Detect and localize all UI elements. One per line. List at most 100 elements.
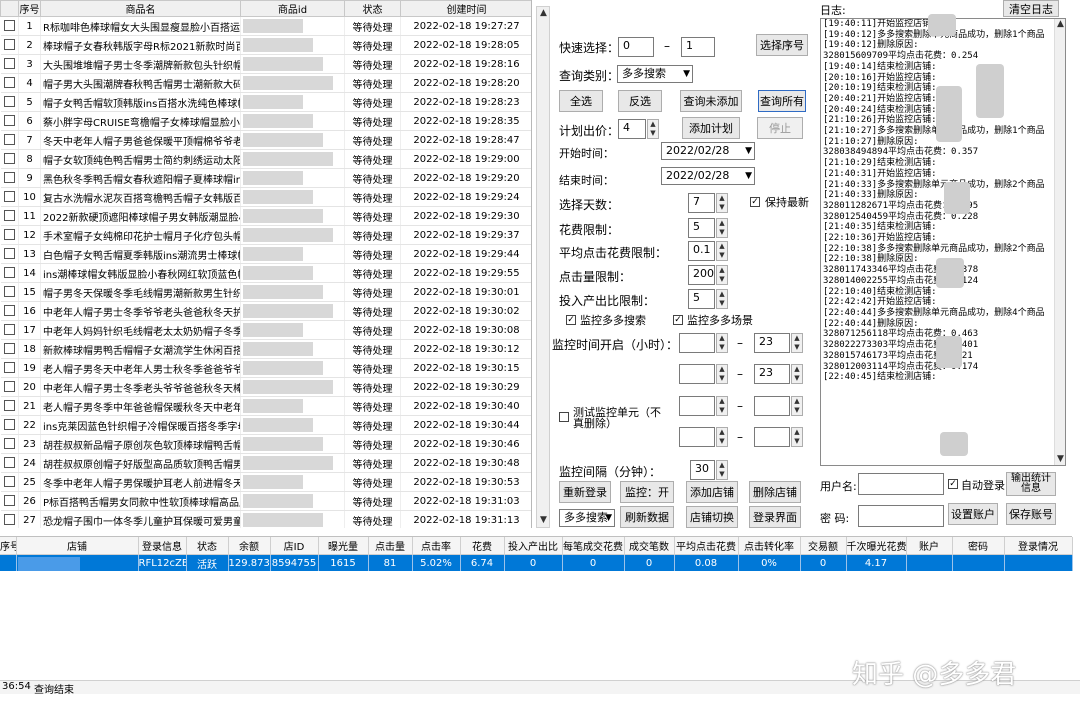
row-checkbox[interactable] [3, 248, 15, 260]
row-checkbox[interactable] [3, 381, 15, 393]
monitor-time-4-start[interactable] [679, 427, 715, 447]
table-row[interactable]: 22 ins克莱因蓝色针织帽子冷帽保暖百搭冬季字母 等待处理 2022-02-18 1… [0, 415, 531, 435]
password-input[interactable] [858, 505, 944, 527]
quick-select-from[interactable]: 0 [618, 37, 654, 57]
row-checkbox[interactable] [3, 115, 15, 127]
quick-select-to[interactable]: 1 [681, 37, 715, 57]
monitor-time-4-start-spinner[interactable]: ▲ ▼ [716, 427, 728, 447]
row-checkbox[interactable] [3, 58, 15, 70]
invert-selection-button[interactable]: 反选 [618, 90, 662, 112]
row-checkbox[interactable] [3, 267, 15, 279]
shop-col-header[interactable]: 密码 [952, 537, 1005, 555]
shop-col-header[interactable]: 成交笔数 [624, 537, 675, 555]
row-checkbox[interactable] [3, 495, 15, 507]
stop-button[interactable]: 停止 [757, 117, 803, 139]
monitor-time-2-end-spinner[interactable]: ▲ ▼ [791, 364, 803, 384]
table-row[interactable]: 14 ins潮棒球帽女韩版显脸小春秋网红软顶蓝色帽 等待处理 2022-02-18 1… [0, 263, 531, 283]
row-checkbox[interactable] [3, 77, 15, 89]
avg-click-limit-spinner[interactable]: ▲ ▼ [716, 241, 728, 261]
table-row[interactable]: 13 白色帽子女鸭舌帽夏季韩版ins潮流男士棒球帽 等待处理 2022-02-18 1… [0, 244, 531, 264]
row-checkbox[interactable] [3, 20, 15, 32]
row-checkbox[interactable] [3, 39, 15, 51]
spend-limit-spinner[interactable]: ▲ ▼ [716, 218, 728, 238]
shop-col-header[interactable]: 投入产出比 [504, 537, 563, 555]
monitor-time-1-end-spinner[interactable]: ▲ ▼ [791, 333, 803, 353]
monitor-scene-checkbox[interactable]: ✓ [673, 315, 683, 325]
monitor-toggle-button[interactable]: 监控：开 [620, 481, 674, 503]
monitor-time-1-start[interactable] [679, 333, 715, 353]
query-unadded-button[interactable]: 查询未添加 [680, 90, 742, 112]
clear-log-button[interactable]: 清空日志 [1003, 0, 1059, 17]
test-monitor-checkbox[interactable] [559, 412, 569, 422]
table-row[interactable]: 16 中老年人帽子男士冬季爷爷老头爸爸秋冬天护 等待处理 2022-02-18 19:… [0, 301, 531, 321]
shop-col-header[interactable]: 点击量 [368, 537, 413, 555]
log-scroll-up-icon[interactable]: ▲ [1056, 20, 1065, 29]
monitor-time-2-start-spinner[interactable]: ▲ ▼ [716, 364, 728, 384]
table-row[interactable]: 11 2022新款硬顶遮阳棒球帽子男女韩版潮显脸小 等待处理 2022-02-18 1… [0, 206, 531, 226]
select-seq-button[interactable]: 选择序号 [756, 34, 808, 56]
shop-table-row[interactable]: RFL12cZE 活跃 129.873 8594755 1615 81 5.02% 6.74 0… [0, 554, 1073, 571]
product-table-scrollbar[interactable]: ▲ ▼ [536, 6, 550, 528]
avg-click-limit-input[interactable]: 0.1 [688, 241, 715, 261]
row-checkbox[interactable] [3, 305, 15, 317]
row-checkbox[interactable] [3, 514, 15, 526]
row-checkbox[interactable] [3, 134, 15, 146]
spend-limit-input[interactable]: 5 [688, 218, 715, 238]
query-type-select[interactable]: 多多搜索 ▼ [617, 65, 693, 83]
col-seq[interactable]: 序号 [18, 0, 41, 17]
row-checkbox[interactable] [3, 343, 15, 355]
monitor-time-1-start-spinner[interactable]: ▲ ▼ [716, 333, 728, 353]
log-scroll-down-icon[interactable]: ▼ [1056, 455, 1065, 464]
table-row[interactable]: 3 大头围堆堆帽子男士冬季潮牌新款包头针织帽 等待处理 2022-02-18 19:2… [0, 54, 531, 74]
monitor-time-3-end-spinner[interactable]: ▲ ▼ [791, 396, 803, 416]
days-input[interactable]: 7 [688, 193, 715, 213]
monitor-search-checkbox[interactable]: ✓ [566, 315, 576, 325]
click-limit-input[interactable]: 200 [688, 265, 715, 285]
col-product-name[interactable]: 商品名 [40, 0, 241, 17]
export-stats-button[interactable]: 输出统计信息 [1006, 472, 1056, 496]
log-scrollbar[interactable]: ▲ ▼ [1054, 19, 1065, 465]
roi-limit-input[interactable]: 5 [688, 289, 715, 309]
login-page-button[interactable]: 登录界面 [749, 506, 801, 528]
monitor-time-2-start[interactable] [679, 364, 715, 384]
interval-spinner[interactable]: ▲ ▼ [716, 460, 728, 480]
table-row[interactable]: 27 恐龙帽子围巾一体冬季儿童护耳保暖可爱男童 等待处理 2022-02-18 19:… [0, 510, 531, 528]
shop-col-header[interactable]: 千次曝光花费 [846, 537, 907, 555]
shop-col-header[interactable]: 花费 [460, 537, 505, 555]
row-checkbox[interactable] [3, 457, 15, 469]
shop-col-header[interactable]: 点击率 [412, 537, 461, 555]
table-row[interactable]: 10 复古水洗帽水泥灰百搭弯檐鸭舌帽子女韩版百 等待处理 2022-02-18 19:… [0, 187, 531, 207]
shop-col-header[interactable]: 点击转化率 [738, 537, 801, 555]
table-row[interactable]: 8 帽子女软顶纯色鸭舌帽男士简约刺绣运动太阳 等待处理 2022-02-18 19:2… [0, 149, 531, 169]
set-account-button[interactable]: 设置账户 [948, 503, 998, 525]
shop-col-header[interactable]: 余额 [228, 537, 271, 555]
table-row[interactable]: 25 冬季中老年人帽子男保暖护耳老人前进帽冬天 等待处理 2022-02-18 19:… [0, 472, 531, 492]
select-all-button[interactable]: 全选 [559, 90, 603, 112]
end-time-picker[interactable]: 2022/02/28 ▼ [661, 167, 755, 185]
row-checkbox[interactable] [3, 419, 15, 431]
table-row[interactable]: 15 帽子男冬天保暖冬季毛线帽男潮新款男生针织帽 等待处理 2022-02-18 19… [0, 282, 531, 302]
table-row[interactable]: 1 R标咖啡色棒球帽女大头围显瘦显脸小百搭运动 等待处理 2022-02-18 19:… [0, 16, 531, 36]
shop-col-header[interactable]: 状态 [186, 537, 229, 555]
row-checkbox[interactable] [3, 153, 15, 165]
row-checkbox[interactable] [3, 96, 15, 108]
row-checkbox[interactable] [3, 362, 15, 374]
shop-col-header[interactable]: 交易额 [800, 537, 847, 555]
query-all-button[interactable]: 查询所有 [758, 90, 806, 112]
row-checkbox[interactable] [3, 229, 15, 241]
table-row[interactable]: 21 老人帽子男冬季中年爸爸帽保暖秋冬天中老年 等待处理 2022-02-18 19:… [0, 396, 531, 416]
monitor-time-4-end[interactable] [754, 427, 790, 447]
row-checkbox[interactable] [3, 438, 15, 450]
bottom-query-type-select[interactable]: 多多搜索 ▼ [559, 509, 615, 527]
keep-latest-checkbox[interactable]: ✓ [750, 197, 760, 207]
shop-col-header[interactable]: 店铺 [16, 537, 139, 555]
shop-col-header[interactable]: 曝光量 [318, 537, 369, 555]
row-checkbox[interactable] [3, 324, 15, 336]
relogin-button[interactable]: 重新登录 [559, 481, 611, 503]
interval-input[interactable]: 30 [690, 460, 715, 480]
table-row[interactable]: 7 冬天中老年人帽子男爸爸保暖平顶帽棉爷爷老 等待处理 2022-02-18 19:2… [0, 130, 531, 150]
add-shop-button[interactable]: 添加店铺 [686, 481, 738, 503]
row-checkbox[interactable] [3, 172, 15, 184]
auto-login-checkbox[interactable]: ✓ [948, 479, 958, 489]
table-row[interactable]: 20 中老年人帽子男士冬季老头爷爷爸爸秋冬天棒 等待处理 2022-02-18 19:… [0, 377, 531, 397]
